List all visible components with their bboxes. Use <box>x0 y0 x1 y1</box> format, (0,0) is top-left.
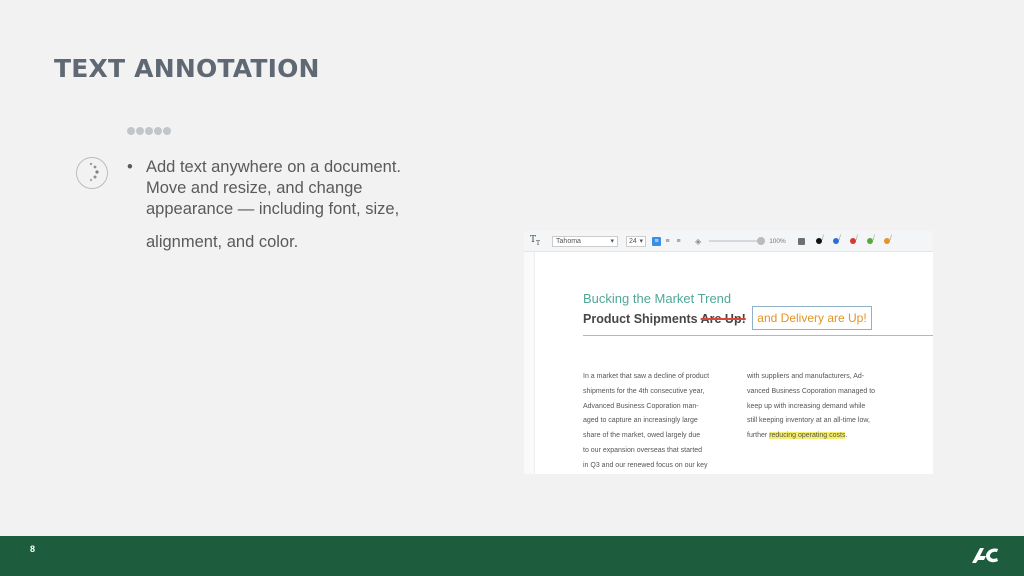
color-swatch-orange[interactable] <box>883 235 892 244</box>
doc-line: Advanced Business Coporation man- <box>583 402 699 410</box>
bullet-continuation: alignment, and color. <box>146 233 299 251</box>
footer-bar: 8 <box>0 536 1024 576</box>
alignment-group: ≡ ≡ ≡ <box>652 236 683 246</box>
bullet-item: Add text anywhere on a document. Move an… <box>126 157 446 220</box>
opacity-icon[interactable]: ◈ <box>695 237 701 246</box>
opacity-value: 100% <box>769 237 786 245</box>
doc-subheading: Product Shipments Are Up! <box>583 312 746 326</box>
doc-line: vanced Business Coporation managed to <box>747 387 876 395</box>
text-tool-icon[interactable]: TT <box>530 235 540 247</box>
doc-line: aged to capture an increasingly large <box>583 417 698 425</box>
align-left-icon[interactable]: ≡ <box>652 236 662 246</box>
doc-line: to our expansion overseas that started <box>583 446 703 454</box>
color-swatch-green[interactable] <box>866 235 875 244</box>
editor-screenshot: TT Tahoma ▾ 24 ▾ ≡ ≡ ≡ ◈ 100% Bucking th… <box>524 231 933 474</box>
font-size-select[interactable]: 24 ▾ <box>626 235 647 247</box>
bullet-line: Move and resize, and change <box>146 179 363 197</box>
slide-title: TEXT ANNOTATION <box>54 54 320 83</box>
color-swatch-black[interactable] <box>815 235 824 244</box>
page-number: 8 <box>30 544 36 554</box>
page-gutter <box>524 252 535 474</box>
align-right-icon[interactable]: ≡ <box>674 237 683 246</box>
opacity-slider[interactable] <box>709 237 766 245</box>
chevron-down-icon: ▾ <box>610 238 615 245</box>
chevron-down-icon: ▾ <box>639 238 644 245</box>
doc-line: In a market that saw a decline of produc… <box>583 373 710 380</box>
font-select[interactable]: Tahoma ▾ <box>552 235 619 247</box>
subheading-text: Product Shipments <box>583 312 698 326</box>
doc-line: shipments for the 4th consecutive year, <box>583 387 705 395</box>
doc-line: still keeping inventory at an all-time l… <box>747 417 870 425</box>
struck-text[interactable]: Are Up! <box>701 312 746 326</box>
doc-column-2: with suppliers and manufacturers, Ad- va… <box>747 370 907 444</box>
fill-color-icon[interactable] <box>797 237 805 245</box>
progress-circle-icon <box>76 157 108 189</box>
divider <box>583 335 933 336</box>
doc-line: share of the market, owed largely due <box>583 432 701 440</box>
font-name: Tahoma <box>556 237 581 245</box>
decorative-dots <box>127 127 171 135</box>
doc-line: with suppliers and manufacturers, Ad- <box>747 373 865 380</box>
company-logo-icon <box>972 548 998 563</box>
color-swatch-red[interactable] <box>849 235 858 244</box>
bullet-list: Add text anywhere on a document. Move an… <box>126 157 446 220</box>
doc-line-suffix: . <box>845 432 848 440</box>
font-size-value: 24 <box>629 237 637 245</box>
bullet-line: Add text anywhere on a document. <box>146 158 401 176</box>
doc-heading: Bucking the Market Trend <box>583 291 732 306</box>
doc-line: keep up with increasing demand while <box>747 402 866 410</box>
doc-column-1: In a market that saw a decline of produc… <box>583 370 733 474</box>
bullet-line: appearance — including font, size, <box>146 200 400 218</box>
text-toolbar: TT Tahoma ▾ 24 ▾ ≡ ≡ ≡ ◈ 100% <box>524 231 933 252</box>
doc-line-prefix: further <box>747 432 770 440</box>
color-swatch-blue[interactable] <box>832 235 841 244</box>
doc-line: in Q3 and our renewed focus on our key <box>583 461 708 469</box>
highlighted-text[interactable]: reducing operating costs <box>769 432 846 440</box>
text-annotation-box[interactable]: and Delivery are Up! <box>752 306 872 330</box>
align-center-icon[interactable]: ≡ <box>663 237 672 246</box>
